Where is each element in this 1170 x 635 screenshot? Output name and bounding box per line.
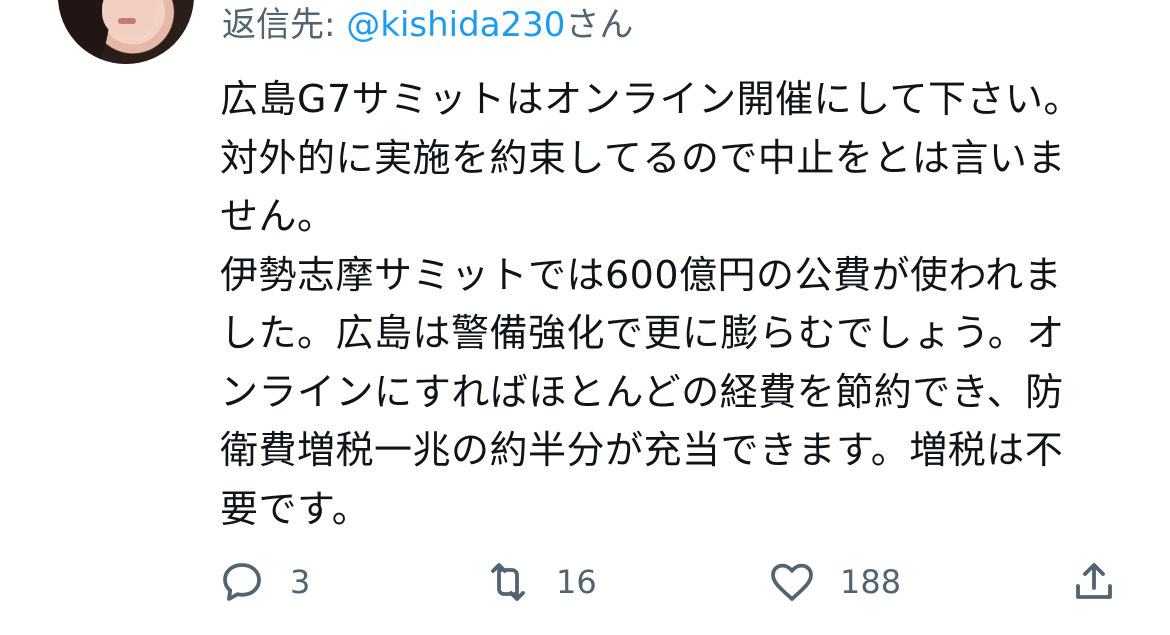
mention-link[interactable]: @kishida230 (346, 5, 565, 45)
avatar-lips (118, 18, 136, 24)
reply-to-prefix: 返信先: (222, 5, 347, 45)
reply-to-suffix: さん (565, 5, 634, 45)
tweet-line: 広島G7サミットはオンライン開催にして下さい。 (220, 77, 1082, 121)
tweet-line: 伊勢志摩サミットでは600億円の公費が使われま (220, 252, 1063, 297)
tweet-line: した。広島は警備強化で更に膨らむでしょう。オ (220, 311, 1065, 355)
avatar[interactable] (58, 0, 194, 64)
tweet-line: 衛費増税一兆の約半分が充当できます。増税は不 (220, 428, 1064, 472)
tweet-line: 要です。 (220, 486, 371, 531)
like-count: 188 (840, 563, 902, 601)
tweet-line: 対外的に実施を約束してるので中止をとは言いま (220, 135, 1066, 180)
like-button[interactable]: 188 (768, 550, 901, 614)
reply-button[interactable]: 3 (218, 550, 310, 614)
tweet-line: せん。 (220, 194, 336, 238)
reply-bubble-icon (223, 563, 261, 601)
share-icon (1076, 563, 1112, 599)
retweet-count: 16 (556, 563, 597, 601)
retweet-icon (491, 563, 525, 601)
share-button[interactable] (1070, 550, 1118, 614)
tweet-text: 広島G7サミットはオンライン開催にして下さい。 対外的に実施を約束してるので中止… (220, 70, 1100, 538)
reply-count: 3 (290, 563, 311, 601)
retweet-button[interactable]: 16 (484, 550, 597, 614)
reply-to-header: 返信先: @kishida230さん (222, 2, 633, 48)
heart-icon (771, 563, 813, 601)
tweet-action-bar: 3 16 188 (0, 550, 1170, 614)
tweet-line: ンラインにすればほとんどの経費を節約でき、防 (220, 369, 1064, 414)
